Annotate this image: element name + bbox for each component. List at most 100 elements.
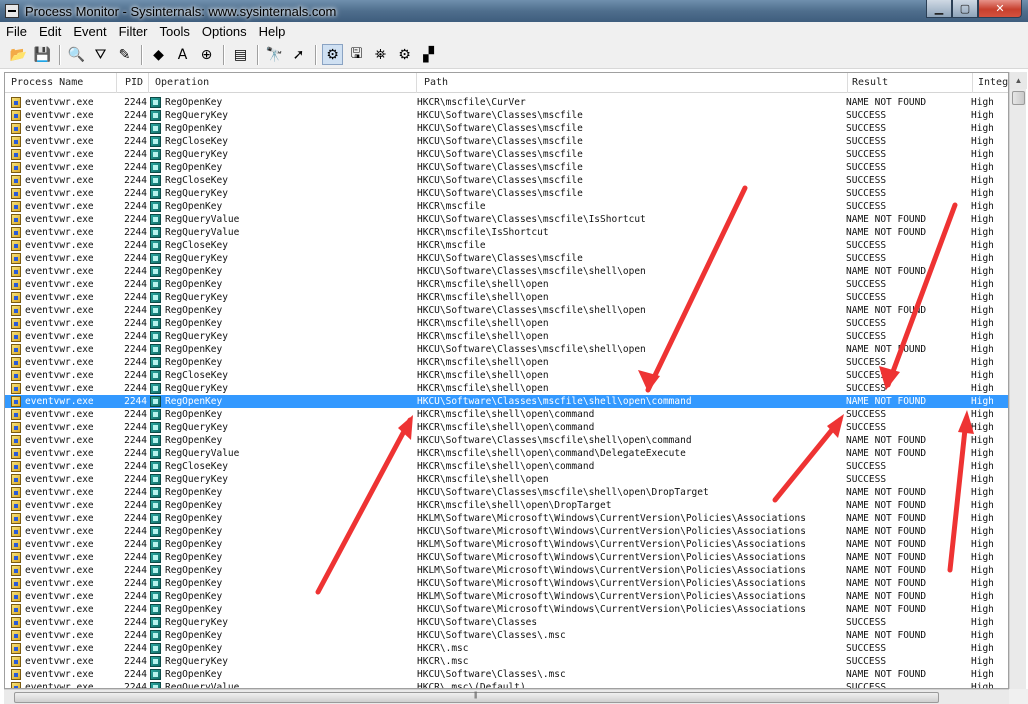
open-icon[interactable]: 📂 [8, 44, 29, 65]
integrity-cell: High [971, 162, 994, 173]
result-cell: NAME NOT FOUND [846, 396, 927, 407]
table-row[interactable]: eventvwr.exe 2244 RegOpenKey HKCU\Software\… [5, 434, 1008, 447]
horizontal-scroll-thumb[interactable] [14, 692, 939, 703]
vertical-scroll-thumb[interactable] [1012, 91, 1025, 105]
scroll-up-arrow-icon[interactable]: ▲ [1010, 72, 1027, 89]
column-integrity[interactable]: Integ [973, 73, 1008, 93]
menu-help[interactable]: Help [253, 24, 292, 39]
column-pid[interactable]: PID [117, 73, 149, 93]
table-row[interactable]: eventvwr.exe 2244 RegOpenKey HKCU\Software\… [5, 603, 1008, 616]
table-row[interactable]: eventvwr.exe 2244 RegCloseKey HKCR\mscfile S… [5, 239, 1008, 252]
table-row[interactable]: eventvwr.exe 2244 RegOpenKey HKLM\Software\… [5, 512, 1008, 525]
table-row[interactable]: eventvwr.exe 2244 RegOpenKey HKCU\Software\… [5, 265, 1008, 278]
pid-cell: 2244 [124, 136, 147, 147]
table-row[interactable]: eventvwr.exe 2244 RegOpenKey HKCU\Software\… [5, 525, 1008, 538]
table-row[interactable]: eventvwr.exe 2244 RegOpenKey HKCU\Software\… [5, 577, 1008, 590]
table-row[interactable]: eventvwr.exe 2244 RegQueryKey HKCU\Software… [5, 187, 1008, 200]
table-row[interactable]: eventvwr.exe 2244 RegQueryKey HKCR\mscfile\… [5, 382, 1008, 395]
registry-operation-icon [150, 617, 161, 628]
table-row[interactable]: eventvwr.exe 2244 RegOpenKey HKLM\Software\… [5, 564, 1008, 577]
table-row[interactable]: eventvwr.exe 2244 RegQueryKey HKCR\mscfile\… [5, 330, 1008, 343]
table-row[interactable]: eventvwr.exe 2244 RegOpenKey HKCU\Software\… [5, 486, 1008, 499]
include-icon[interactable]: A [172, 44, 193, 65]
magnify-icon[interactable]: 🔍 [66, 44, 87, 65]
table-row[interactable]: eventvwr.exe 2244 RegOpenKey HKCU\Software\… [5, 161, 1008, 174]
table-row[interactable]: eventvwr.exe 2244 RegQueryKey HKCR\mscfile\… [5, 473, 1008, 486]
table-row[interactable]: eventvwr.exe 2244 RegOpenKey HKCU\Software\… [5, 551, 1008, 564]
edit-filter-icon[interactable]: ✎ [114, 44, 135, 65]
process-activity-icon[interactable]: ⚙ [394, 44, 415, 65]
find-icon[interactable]: 🔭 [264, 44, 285, 65]
table-row[interactable]: eventvwr.exe 2244 RegCloseKey HKCR\mscfile\… [5, 369, 1008, 382]
table-row[interactable]: eventvwr.exe 2244 RegOpenKey HKCR\.msc SUCCE… [5, 642, 1008, 655]
menu-options[interactable]: Options [196, 24, 253, 39]
properties-icon[interactable]: ▤ [230, 44, 251, 65]
table-row[interactable]: eventvwr.exe 2244 RegOpenKey HKCR\mscfile\s… [5, 499, 1008, 512]
save-icon[interactable]: 💾 [32, 44, 53, 65]
column-process-name[interactable]: Process Name [5, 73, 117, 93]
table-row[interactable]: eventvwr.exe 2244 RegQueryValue HKCR\.msc\(… [5, 681, 1008, 688]
table-row[interactable]: eventvwr.exe 2244 RegOpenKey HKCU\Software\… [5, 304, 1008, 317]
table-row[interactable]: eventvwr.exe 2244 RegQueryKey HKCR\mscfile\… [5, 421, 1008, 434]
filter-icon[interactable]: ⛛ [90, 44, 111, 65]
profiling-activity-icon[interactable]: ▞ [418, 44, 439, 65]
table-row[interactable]: eventvwr.exe 2244 RegOpenKey HKLM\Software\… [5, 538, 1008, 551]
table-row[interactable]: eventvwr.exe 2244 RegQueryKey HKCR\.msc SUCC… [5, 655, 1008, 668]
column-operation[interactable]: Operation [149, 73, 417, 93]
close-button[interactable]: ✕ [978, 0, 1022, 18]
table-row[interactable]: eventvwr.exe 2244 RegOpenKey HKCR\mscfile\s… [5, 278, 1008, 291]
table-row[interactable]: eventvwr.exe 2244 RegQueryKey HKCU\Software… [5, 109, 1008, 122]
path-cell: HKLM\Software\Microsoft\Windows\CurrentV… [417, 591, 806, 602]
table-row[interactable]: eventvwr.exe 2244 RegOpenKey HKCU\Software\… [5, 122, 1008, 135]
horizontal-scrollbar[interactable]: ||| [4, 689, 1009, 704]
table-row[interactable]: eventvwr.exe 2244 RegCloseKey HKCU\Software… [5, 135, 1008, 148]
column-result[interactable]: Result [848, 73, 973, 93]
table-row[interactable]: eventvwr.exe 2244 RegQueryKey HKCU\Software… [5, 252, 1008, 265]
process-icon [11, 188, 21, 199]
menu-file[interactable]: File [0, 24, 33, 39]
process-name-cell: eventvwr.exe [25, 604, 94, 615]
table-row[interactable]: eventvwr.exe 2244 RegQueryValue HKCR\mscfil… [5, 226, 1008, 239]
menu-edit[interactable]: Edit [33, 24, 67, 39]
menu-tools[interactable]: Tools [154, 24, 196, 39]
table-row[interactable]: eventvwr.exe 2244 RegOpenKey HKCU\Software\… [5, 629, 1008, 642]
table-row[interactable]: eventvwr.exe 2244 RegOpenKey HKCR\mscfile SU… [5, 200, 1008, 213]
table-row[interactable]: eventvwr.exe 2244 RegOpenKey HKCU\Software\… [5, 395, 1008, 408]
maximize-button[interactable]: ▢ [952, 0, 978, 18]
table-row[interactable]: eventvwr.exe 2244 RegOpenKey HKLM\Software\… [5, 590, 1008, 603]
table-row[interactable]: eventvwr.exe 2244 RegQueryValue HKCU\Softwa… [5, 213, 1008, 226]
table-row[interactable]: eventvwr.exe 2244 RegOpenKey HKCR\mscfile\s… [5, 408, 1008, 421]
process-icon [11, 630, 21, 641]
table-row[interactable]: eventvwr.exe 2244 RegOpenKey HKCR\mscfile\s… [5, 356, 1008, 369]
table-row[interactable]: eventvwr.exe 2244 RegQueryKey HKCU\Software… [5, 616, 1008, 629]
operation-cell: RegCloseKey [165, 370, 228, 381]
process-icon [11, 578, 21, 589]
pid-cell: 2244 [124, 344, 147, 355]
table-row[interactable]: eventvwr.exe 2244 RegQueryValue HKCR\mscfil… [5, 447, 1008, 460]
table-row[interactable]: eventvwr.exe 2244 RegOpenKey HKCU\Software\… [5, 343, 1008, 356]
integrity-cell: High [971, 409, 994, 420]
highlight-icon[interactable]: ◆ [148, 44, 169, 65]
table-row[interactable]: eventvwr.exe 2244 RegQueryKey HKCR\mscfile\… [5, 291, 1008, 304]
target-icon[interactable]: ⊕ [196, 44, 217, 65]
integrity-cell: High [971, 383, 994, 394]
integrity-cell: High [971, 513, 994, 524]
event-list[interactable]: Process Name PID Operation Path Result I… [4, 72, 1009, 689]
menu-filter[interactable]: Filter [113, 24, 154, 39]
filesystem-activity-icon[interactable]: 🖫 [346, 44, 367, 65]
result-cell: NAME NOT FOUND [846, 500, 927, 511]
table-row[interactable]: eventvwr.exe 2244 RegCloseKey HKCU\Software… [5, 174, 1008, 187]
menu-event[interactable]: Event [67, 24, 112, 39]
table-row[interactable]: eventvwr.exe 2244 RegCloseKey HKCR\mscfile\… [5, 460, 1008, 473]
jump-icon[interactable]: ➚ [288, 44, 309, 65]
table-row[interactable]: eventvwr.exe 2244 RegOpenKey HKCR\mscfile\C… [5, 96, 1008, 109]
minimize-button[interactable]: ▁ [926, 0, 952, 18]
vertical-scrollbar[interactable]: ▲ [1009, 72, 1027, 689]
registry-activity-icon[interactable]: ⚙ [322, 44, 343, 65]
table-row[interactable]: eventvwr.exe 2244 RegQueryKey HKCU\Software… [5, 148, 1008, 161]
table-row[interactable]: eventvwr.exe 2244 RegOpenKey HKCU\Software\… [5, 668, 1008, 681]
network-activity-icon[interactable]: ⛯ [370, 44, 391, 65]
table-row[interactable]: eventvwr.exe 2244 RegOpenKey HKCR\mscfile\s… [5, 317, 1008, 330]
result-cell: SUCCESS [846, 149, 887, 160]
column-path[interactable]: Path [417, 73, 848, 93]
